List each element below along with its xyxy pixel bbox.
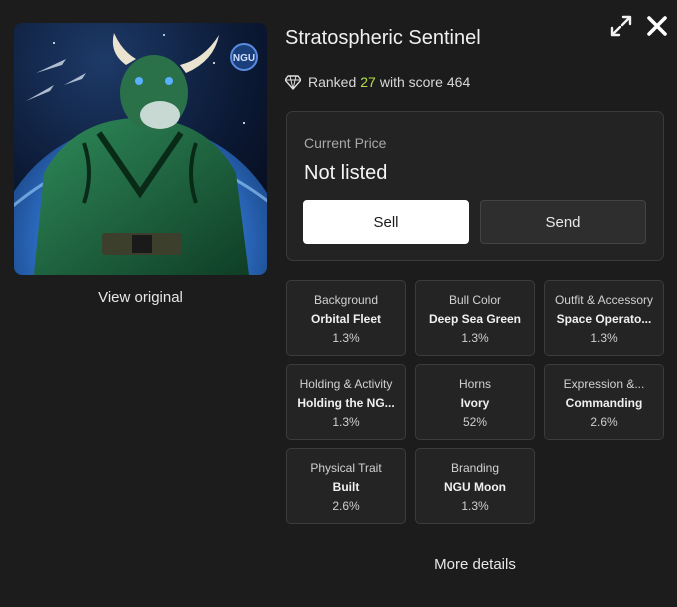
trait-card[interactable]: Horns Ivory 52% [415,364,535,440]
trait-value: Space Operato... [556,312,652,326]
score-prefix: with score [379,74,443,90]
ngu-badge: NGU [230,43,258,71]
trait-card[interactable]: Branding NGU Moon 1.3% [415,448,535,524]
trait-name: Outfit & Accessory [554,293,654,307]
score-number: 464 [446,74,471,90]
current-price-label: Current Price [304,135,387,151]
ranked-prefix: Ranked [308,74,357,90]
close-icon[interactable] [645,14,669,38]
bull-artwork: NGU [14,23,267,275]
trait-name: Branding [450,461,500,475]
diamond-icon [285,75,301,90]
nft-image[interactable]: NGU [14,23,267,275]
trait-rarity: 1.3% [332,331,360,345]
nft-detail-modal: NGU View original Stratospheric Sentinel… [0,0,677,607]
svg-text:NGU: NGU [233,53,255,64]
trait-rarity: 1.3% [461,499,489,513]
trait-rarity: 2.6% [332,499,360,513]
trait-card[interactable]: Expression &... Commanding 2.6% [544,364,664,440]
trait-card[interactable]: Outfit & Accessory Space Operato... 1.3% [544,280,664,356]
trait-value: Ivory [460,396,490,410]
trait-card[interactable]: Holding & Activity Holding the NG... 1.3… [286,364,406,440]
view-original-link[interactable]: View original [14,289,267,306]
trait-value: Orbital Fleet [310,312,381,326]
trait-name: Holding & Activity [299,377,393,391]
trait-name: Horns [458,377,491,391]
more-details-link[interactable]: More details [285,556,665,573]
trait-value: NGU Moon [444,480,506,494]
trait-card[interactable]: Bull Color Deep Sea Green 1.3% [415,280,535,356]
trait-value: Commanding [565,396,643,410]
trait-card[interactable]: Background Orbital Fleet 1.3% [286,280,406,356]
current-price-value: Not listed [304,162,388,184]
send-button[interactable]: Send [480,200,646,244]
trait-value: Holding the NG... [297,396,395,410]
trait-rarity: 1.3% [461,331,489,345]
nft-title: Stratospheric Sentinel [285,27,481,49]
trait-value: Built [332,480,360,494]
trait-name: Expression &... [563,377,645,391]
trait-rarity: 2.6% [590,415,618,429]
trait-name: Bull Color [448,293,502,307]
trait-rarity: 1.3% [590,331,618,345]
sell-button[interactable]: Sell [303,200,469,244]
trait-rarity: 1.3% [332,415,360,429]
ranking-row: Ranked 27 with score 464 [285,74,470,90]
trait-value: Deep Sea Green [428,312,522,326]
trait-name: Background [313,293,379,307]
expand-icon[interactable] [609,14,633,38]
rank-number: 27 [360,74,376,90]
trait-name: Physical Trait [310,461,382,475]
trait-rarity: 52% [462,415,488,429]
window-controls [609,14,669,38]
trait-card[interactable]: Physical Trait Built 2.6% [286,448,406,524]
price-card: Current Price Not listed Sell Send [286,111,664,261]
